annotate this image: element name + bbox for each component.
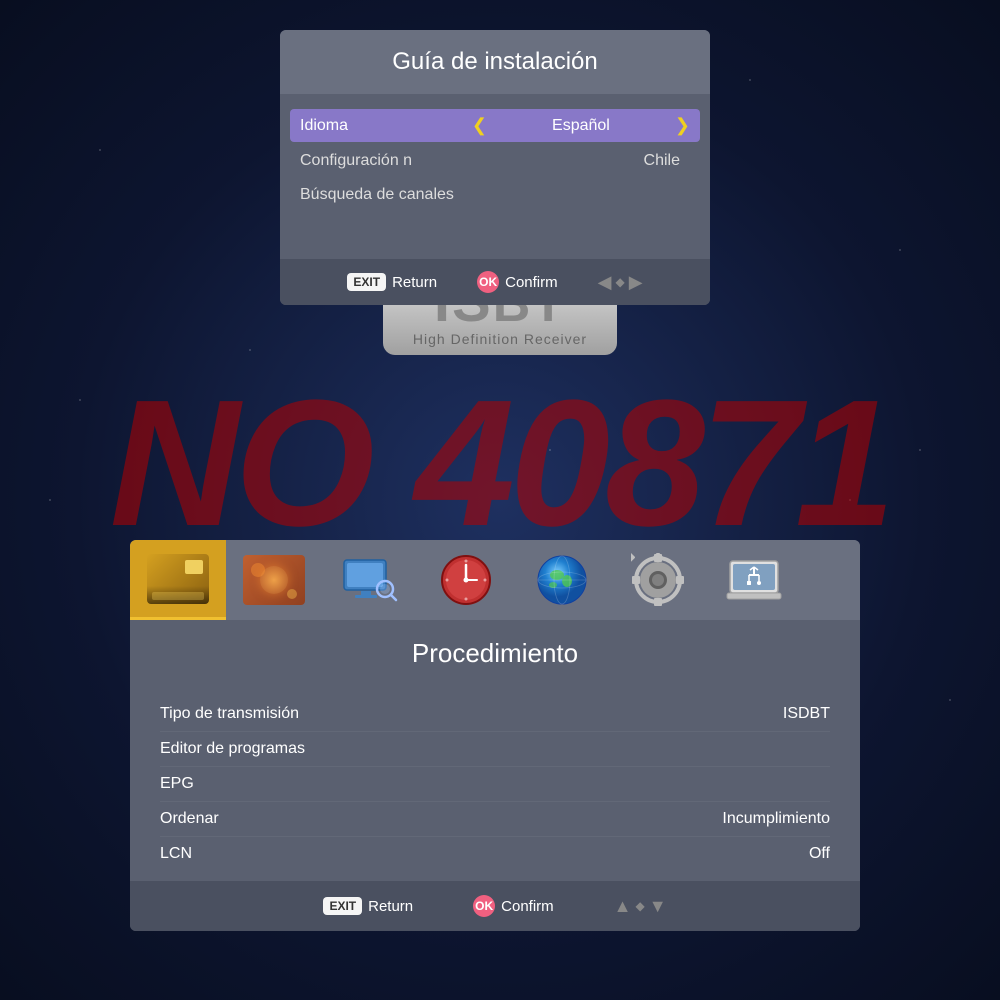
config-label: Configuración n xyxy=(300,152,644,170)
confirm-btn-top[interactable]: OK Confirm xyxy=(477,271,558,293)
confirm-label-top: Confirm xyxy=(505,274,558,291)
nav-up-icon: ▲ xyxy=(614,896,632,917)
ok-badge-bottom: OK xyxy=(473,895,495,917)
editor-label: Editor de programas xyxy=(160,740,830,758)
transmision-value: ISDBT xyxy=(783,705,830,723)
row-ordenar: Ordenar Incumplimiento xyxy=(160,802,830,837)
exit-badge-top: EXIT xyxy=(347,273,386,291)
icon-usb[interactable] xyxy=(706,540,802,620)
row-lcn: LCN Off xyxy=(160,837,830,871)
nav-down-icon: ▼ xyxy=(649,896,667,917)
exit-badge-bottom: EXIT xyxy=(323,897,362,915)
return-btn-bottom[interactable]: EXIT Return xyxy=(323,897,413,915)
bottom-panel: Procedimiento Tipo de transmisión ISDBT … xyxy=(130,540,860,931)
menu-row-config[interactable]: Configuración n Chile xyxy=(290,146,700,176)
transmision-label: Tipo de transmisión xyxy=(160,705,783,723)
usb-icon xyxy=(725,553,783,607)
logo-sub: High Definition Receiver xyxy=(413,331,587,347)
ordenar-value: Incumplimiento xyxy=(722,810,830,828)
row-editor: Editor de programas xyxy=(160,732,830,767)
clock-icon xyxy=(439,553,493,607)
return-label-bottom: Return xyxy=(368,898,413,915)
return-btn-top[interactable]: EXIT Return xyxy=(347,273,437,291)
row-transmision: Tipo de transmisión ISDBT xyxy=(160,697,830,732)
globe-icon xyxy=(535,553,589,607)
icon-tv-search[interactable] xyxy=(322,540,418,620)
dialog-header: Guía de instalación xyxy=(280,30,710,94)
arrow-left-icon[interactable]: ❮ xyxy=(472,115,487,136)
confirm-label-bottom: Confirm xyxy=(501,898,554,915)
panel-title: Procedimiento xyxy=(130,620,860,687)
return-label-top: Return xyxy=(392,274,437,291)
idioma-value: Español xyxy=(495,117,667,135)
dialog-title: Guía de instalación xyxy=(392,48,597,75)
icon-bokeh[interactable] xyxy=(226,540,322,620)
icon-picture[interactable] xyxy=(130,540,226,620)
panel-footer: EXIT Return OK Confirm ▲ ◆ ▼ xyxy=(130,881,860,931)
ok-badge-top: OK xyxy=(477,271,499,293)
arrow-nav-top[interactable]: ◀ ◆ ▶ xyxy=(598,272,643,293)
lcn-value: Off xyxy=(809,845,830,863)
installation-dialog: Guía de instalación Idioma ❮ Español ❯ C… xyxy=(280,30,710,305)
menu-row-idioma[interactable]: Idioma ❮ Español ❯ xyxy=(290,109,700,142)
confirm-btn-bottom[interactable]: OK Confirm xyxy=(473,895,554,917)
lcn-label: LCN xyxy=(160,845,809,863)
icon-bar xyxy=(130,540,860,620)
dialog-body: Idioma ❮ Español ❯ Configuración n Chile… xyxy=(280,94,710,259)
panel-body: Tipo de transmisión ISDBT Editor de prog… xyxy=(130,687,860,881)
nav-left-icon: ◀ xyxy=(598,272,612,293)
nav-right-icon: ▶ xyxy=(629,272,643,293)
gear-icon xyxy=(631,553,685,607)
epg-label: EPG xyxy=(160,775,830,793)
icon-clock[interactable] xyxy=(418,540,514,620)
arrow-right-icon[interactable]: ❯ xyxy=(675,115,690,136)
tv-search-icon xyxy=(339,555,401,605)
icon-globe[interactable] xyxy=(514,540,610,620)
arrow-nav-bottom[interactable]: ▲ ◆ ▼ xyxy=(614,896,667,917)
icon-gear[interactable] xyxy=(610,540,706,620)
idioma-label: Idioma xyxy=(300,117,472,135)
ordenar-label: Ordenar xyxy=(160,810,722,828)
config-value: Chile xyxy=(644,152,690,170)
row-epg: EPG xyxy=(160,767,830,802)
dialog-footer-top: EXIT Return OK Confirm ◀ ◆ ▶ xyxy=(280,259,710,305)
menu-row-busqueda[interactable]: Búsqueda de canales xyxy=(290,180,700,210)
busqueda-label: Búsqueda de canales xyxy=(300,186,690,204)
